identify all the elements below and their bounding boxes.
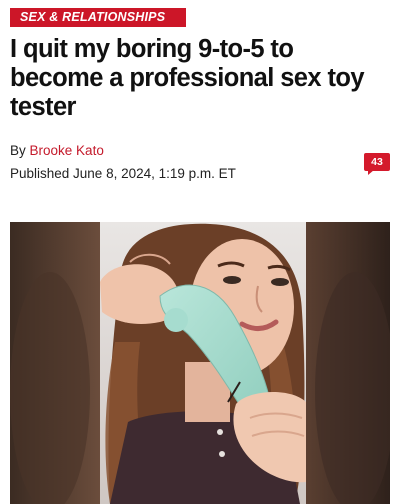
article-headline: I quit my boring 9-to-5 to become a prof… [10, 35, 365, 121]
byline-prefix: By [10, 143, 26, 158]
comment-bubble-tail [368, 170, 374, 175]
author-link[interactable]: Brooke Kato [30, 143, 104, 158]
comment-bubble-icon: 43 [364, 153, 390, 171]
section-tag[interactable]: SEX & RELATIONSHIPS [10, 8, 186, 27]
comments-button[interactable]: 43 [364, 153, 390, 175]
video-frame [10, 222, 390, 504]
article-video[interactable] [10, 222, 390, 504]
published-date: Published June 8, 2024, 1:19 p.m. ET [10, 166, 236, 181]
byline: By Brooke Kato [10, 143, 104, 158]
comment-count: 43 [371, 156, 383, 168]
